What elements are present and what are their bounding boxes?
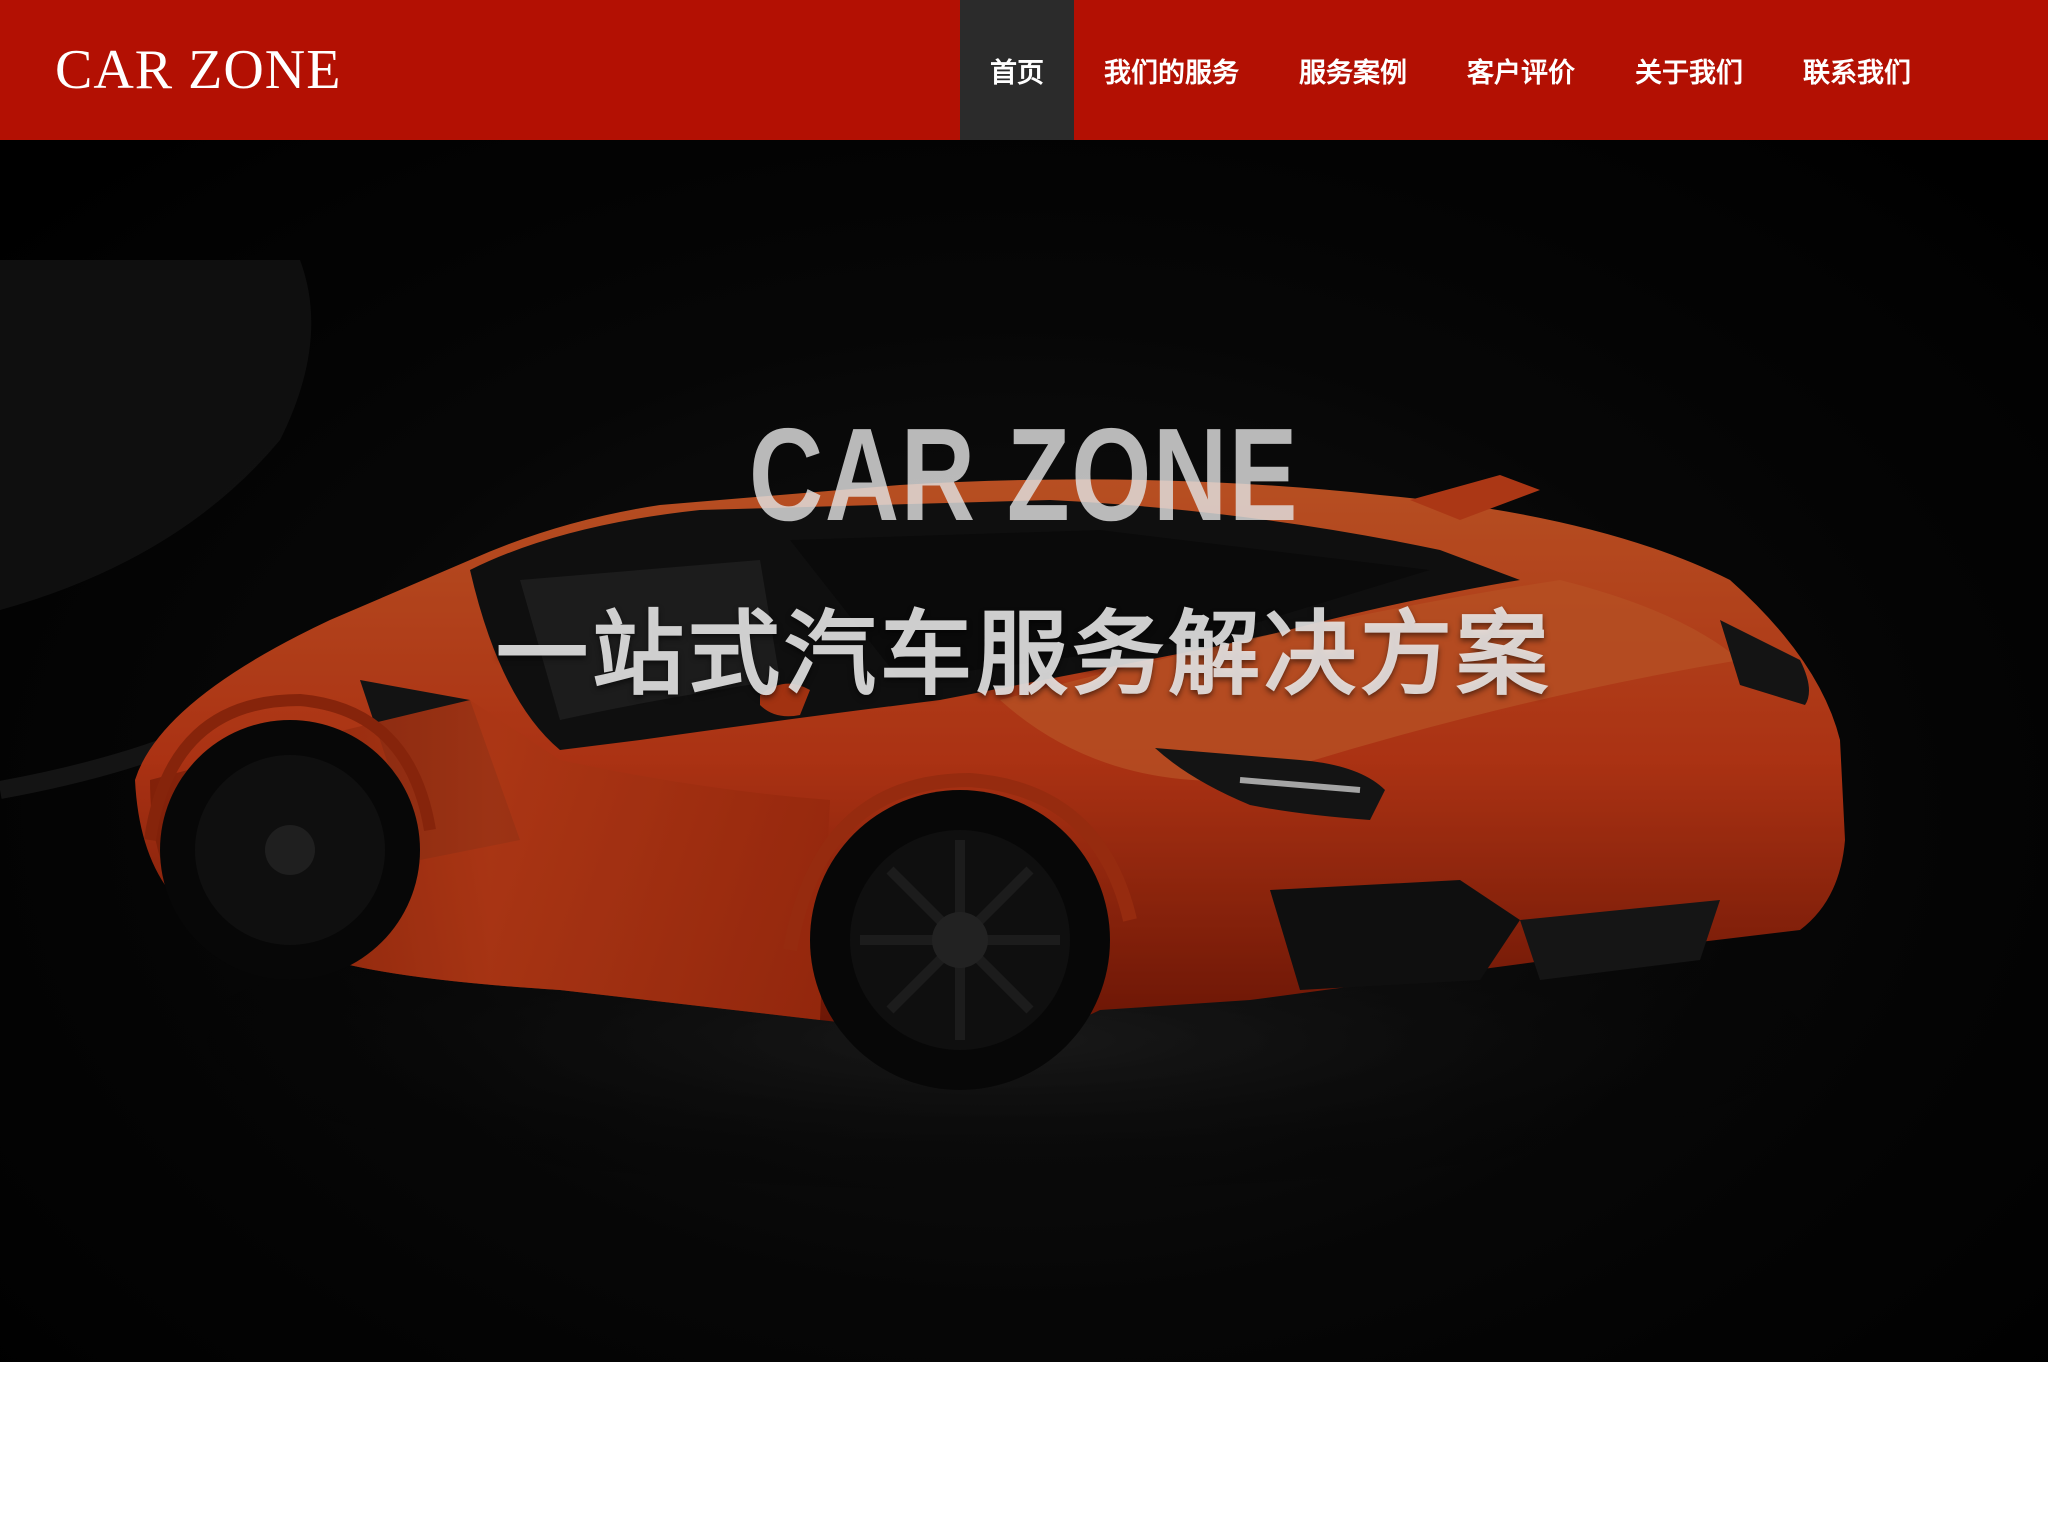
hero-dark-overlay — [0, 140, 2048, 1362]
nav-item-reviews[interactable]: 客户评价 — [1437, 0, 1605, 140]
nav-item-home[interactable]: 首页 — [960, 0, 1074, 140]
hero-subtitle: 一站式汽车服务解决方案 — [495, 601, 1552, 708]
hero-title: CAR ZONE — [748, 401, 1300, 548]
nav-item-services[interactable]: 我们的服务 — [1074, 0, 1269, 140]
site-logo[interactable]: CAR ZONE — [55, 40, 341, 100]
nav-item-contact[interactable]: 联系我们 — [1773, 0, 1941, 140]
main-nav: 首页 我们的服务 服务案例 客户评价 关于我们 联系我们 — [960, 0, 1941, 140]
nav-item-cases[interactable]: 服务案例 — [1269, 0, 1437, 140]
top-navbar: CAR ZONE 首页 我们的服务 服务案例 客户评价 关于我们 联系我们 — [0, 0, 2048, 140]
hero-banner: CAR ZONE 一站式汽车服务解决方案 — [0, 140, 2048, 1362]
nav-item-about[interactable]: 关于我们 — [1605, 0, 1773, 140]
